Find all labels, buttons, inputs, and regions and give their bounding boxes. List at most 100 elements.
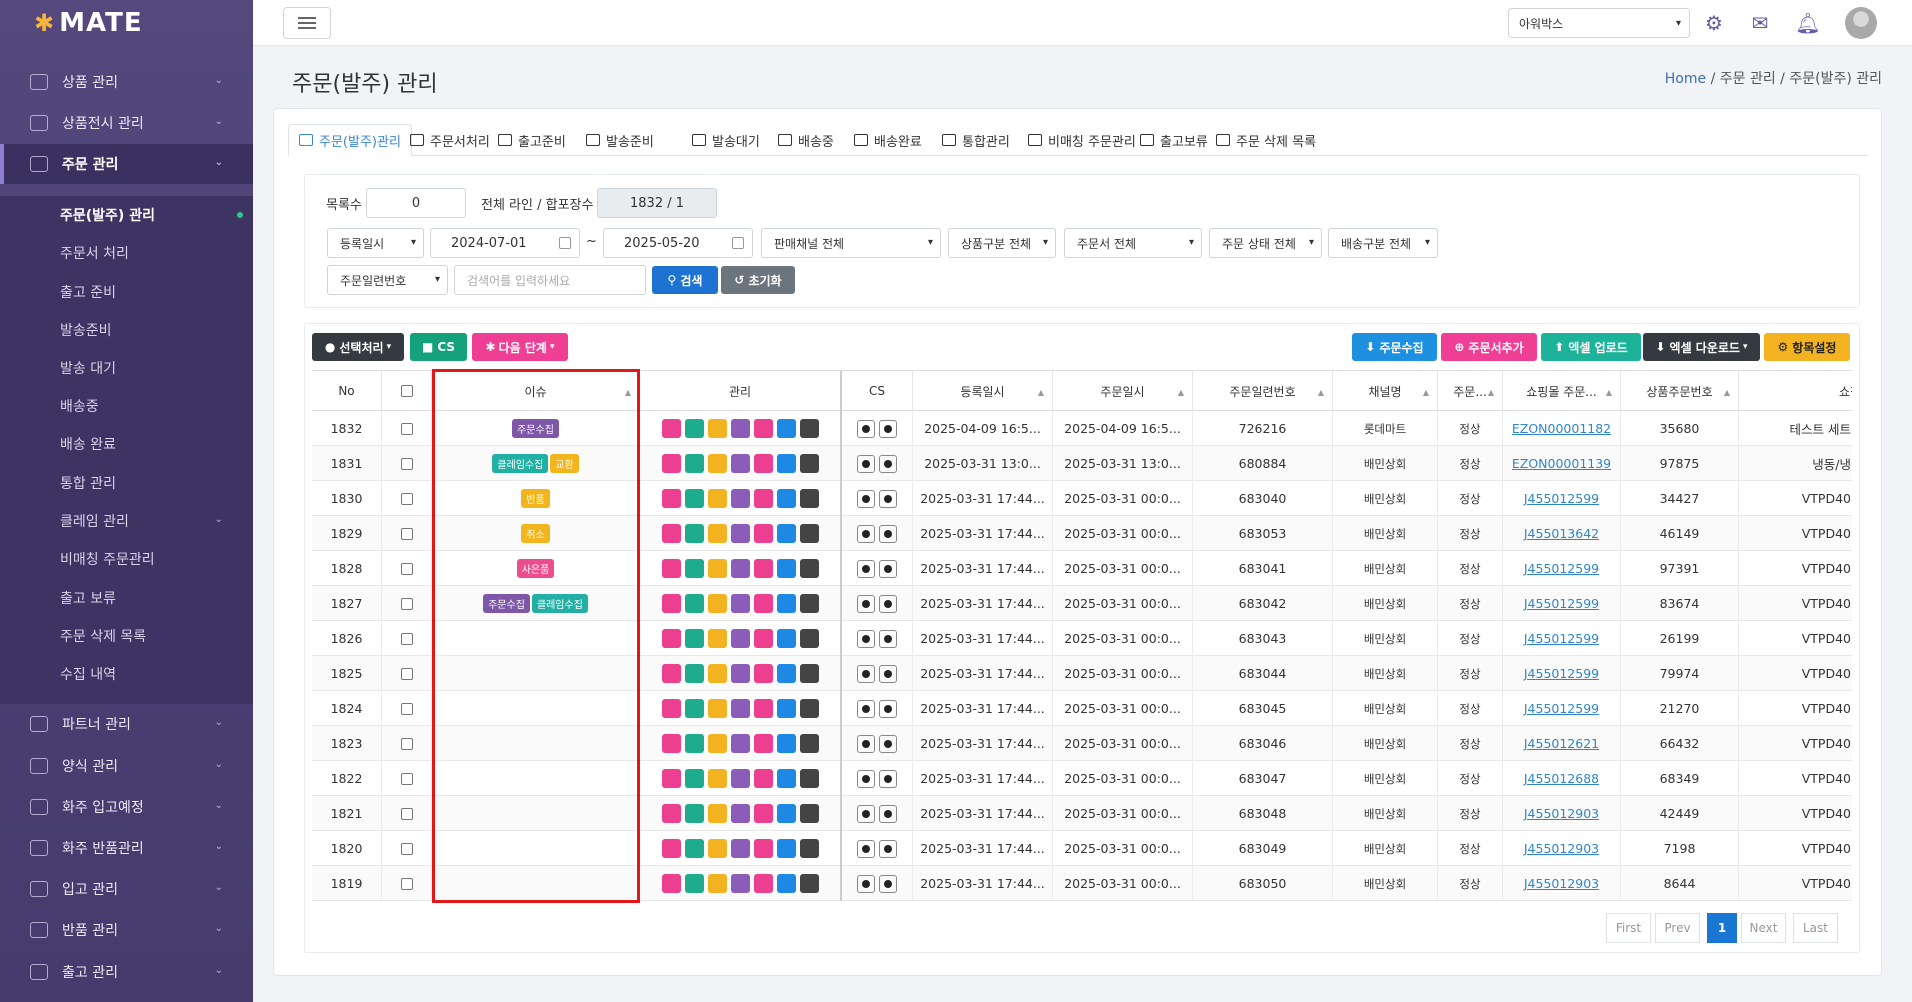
circle-button[interactable] xyxy=(707,769,727,788)
search-field-select[interactable]: 주문일련번호 ▾ xyxy=(327,265,448,295)
gear-button[interactable] xyxy=(661,699,681,718)
check-button[interactable] xyxy=(684,699,704,718)
cell-select[interactable] xyxy=(382,516,432,551)
cs-chat-icon[interactable] xyxy=(857,524,875,543)
circle-button[interactable] xyxy=(707,804,727,823)
edit-button[interactable] xyxy=(730,664,750,683)
chat-button[interactable] xyxy=(799,699,819,718)
sidebar-subitem-6[interactable]: 배송 완료 xyxy=(0,425,253,463)
row-checkbox[interactable] xyxy=(400,807,413,820)
mall-order-link[interactable]: J455012688 xyxy=(1524,771,1599,786)
circle-button[interactable] xyxy=(707,734,727,753)
pagination-next[interactable]: Next xyxy=(1741,913,1786,943)
cs-chat-icon[interactable] xyxy=(857,489,875,508)
message-icon[interactable]: ✉ xyxy=(1747,10,1773,36)
tab-4[interactable]: 발송대기 xyxy=(682,124,770,156)
edit-button[interactable] xyxy=(730,524,750,543)
gear-button[interactable] xyxy=(661,559,681,578)
cs-gear-icon[interactable] xyxy=(879,734,897,753)
gear-button[interactable] xyxy=(661,489,681,508)
tab-10[interactable]: 주문 삭제 목록 xyxy=(1206,124,1326,156)
chat-button[interactable] xyxy=(799,874,819,893)
tab-7[interactable]: 통합관리 xyxy=(932,124,1020,156)
cell-select[interactable] xyxy=(382,691,432,726)
check-button[interactable] xyxy=(684,629,704,648)
col-mall-order[interactable]: 쇼핑몰 주문... ▲ xyxy=(1503,371,1621,411)
col-order-date[interactable]: 주문일시 ▲ xyxy=(1053,371,1193,411)
breadcrumb-home[interactable]: Home xyxy=(1665,71,1706,87)
edit-button[interactable] xyxy=(730,699,750,718)
gear-button[interactable] xyxy=(661,769,681,788)
edit-button[interactable] xyxy=(730,454,750,473)
gear-button[interactable] xyxy=(661,664,681,683)
delete-button[interactable] xyxy=(753,734,773,753)
sidebar-item-4[interactable]: 입고 관리 ⌄ xyxy=(0,869,253,909)
chat-button[interactable] xyxy=(799,734,819,753)
mall-order-link[interactable]: J455012599 xyxy=(1524,491,1599,506)
date-from-input[interactable]: 2024-07-01 xyxy=(430,228,580,258)
circle-button[interactable] xyxy=(707,839,727,858)
sort-icon[interactable]: ▲ xyxy=(1488,388,1494,397)
sort-icon[interactable]: ▲ xyxy=(1178,388,1184,397)
circle-button[interactable] xyxy=(707,664,727,683)
document-button[interactable] xyxy=(776,489,796,508)
select-action-button[interactable]: ● 선택처리 ▾ xyxy=(312,333,404,361)
cs-gear-icon[interactable] xyxy=(879,454,897,473)
document-button[interactable] xyxy=(776,839,796,858)
breadcrumb-item[interactable]: 주문 관리 xyxy=(1720,71,1776,87)
check-button[interactable] xyxy=(684,734,704,753)
mall-order-link[interactable]: J455012599 xyxy=(1524,666,1599,681)
check-button[interactable] xyxy=(684,489,704,508)
gear-icon[interactable]: ⚙ xyxy=(1701,10,1727,36)
circle-button[interactable] xyxy=(707,419,727,438)
tab-8[interactable]: 비매칭 주문관리 xyxy=(1018,124,1146,156)
cs-chat-icon[interactable] xyxy=(857,734,875,753)
cs-chat-icon[interactable] xyxy=(857,454,875,473)
mall-order-link[interactable]: J455012903 xyxy=(1524,841,1599,856)
delete-button[interactable] xyxy=(753,804,773,823)
cell-select[interactable] xyxy=(382,551,432,586)
edit-button[interactable] xyxy=(730,489,750,508)
delete-button[interactable] xyxy=(753,489,773,508)
document-button[interactable] xyxy=(776,629,796,648)
delete-button[interactable] xyxy=(753,839,773,858)
cs-chat-icon[interactable] xyxy=(857,769,875,788)
sidebar-item-2[interactable]: 화주 입고예정 ⌄ xyxy=(0,787,253,827)
chat-button[interactable] xyxy=(799,594,819,613)
check-button[interactable] xyxy=(684,769,704,788)
date-type-select[interactable]: 등록일시 ▾ xyxy=(327,228,424,258)
edit-button[interactable] xyxy=(730,769,750,788)
edit-button[interactable] xyxy=(730,734,750,753)
tab-6[interactable]: 배송완료 xyxy=(844,124,932,156)
cs-gear-icon[interactable] xyxy=(879,664,897,683)
delete-button[interactable] xyxy=(753,454,773,473)
sidebar-item-3[interactable]: 화주 반품관리 ⌄ xyxy=(0,828,253,868)
date-to-input[interactable]: 2025-05-20 xyxy=(603,228,753,258)
menu-toggle-button[interactable] xyxy=(283,7,331,39)
tab-3[interactable]: 발송준비 xyxy=(576,124,664,156)
row-checkbox[interactable] xyxy=(400,597,413,610)
sidebar-item-0[interactable]: 상품 관리 ⌄ xyxy=(0,62,253,102)
cs-gear-icon[interactable] xyxy=(879,804,897,823)
order-doc-select[interactable]: 주문서 전체 ▾ xyxy=(1064,228,1202,258)
sidebar-subitem-12[interactable]: 수집 내역 xyxy=(0,655,253,693)
delete-button[interactable] xyxy=(753,874,773,893)
count-input[interactable]: 0 xyxy=(366,188,466,218)
delivery-type-select[interactable]: 배송구분 전체 ▾ xyxy=(1328,228,1438,258)
chat-button[interactable] xyxy=(799,804,819,823)
gear-button[interactable] xyxy=(661,524,681,543)
check-button[interactable] xyxy=(684,594,704,613)
gear-button[interactable] xyxy=(661,454,681,473)
delete-button[interactable] xyxy=(753,769,773,788)
sidebar-item-6[interactable]: 출고 관리 ⌄ xyxy=(0,952,253,992)
bell-icon[interactable]: 🔔︎ xyxy=(1795,10,1821,36)
chat-button[interactable] xyxy=(799,839,819,858)
cs-gear-icon[interactable] xyxy=(879,839,897,858)
check-button[interactable] xyxy=(684,454,704,473)
document-button[interactable] xyxy=(776,874,796,893)
cell-select[interactable] xyxy=(382,656,432,691)
sidebar-subitem-5[interactable]: 배송중 xyxy=(0,387,253,425)
check-button[interactable] xyxy=(684,524,704,543)
tab-9[interactable]: 출고보류 xyxy=(1130,124,1218,156)
document-button[interactable] xyxy=(776,804,796,823)
